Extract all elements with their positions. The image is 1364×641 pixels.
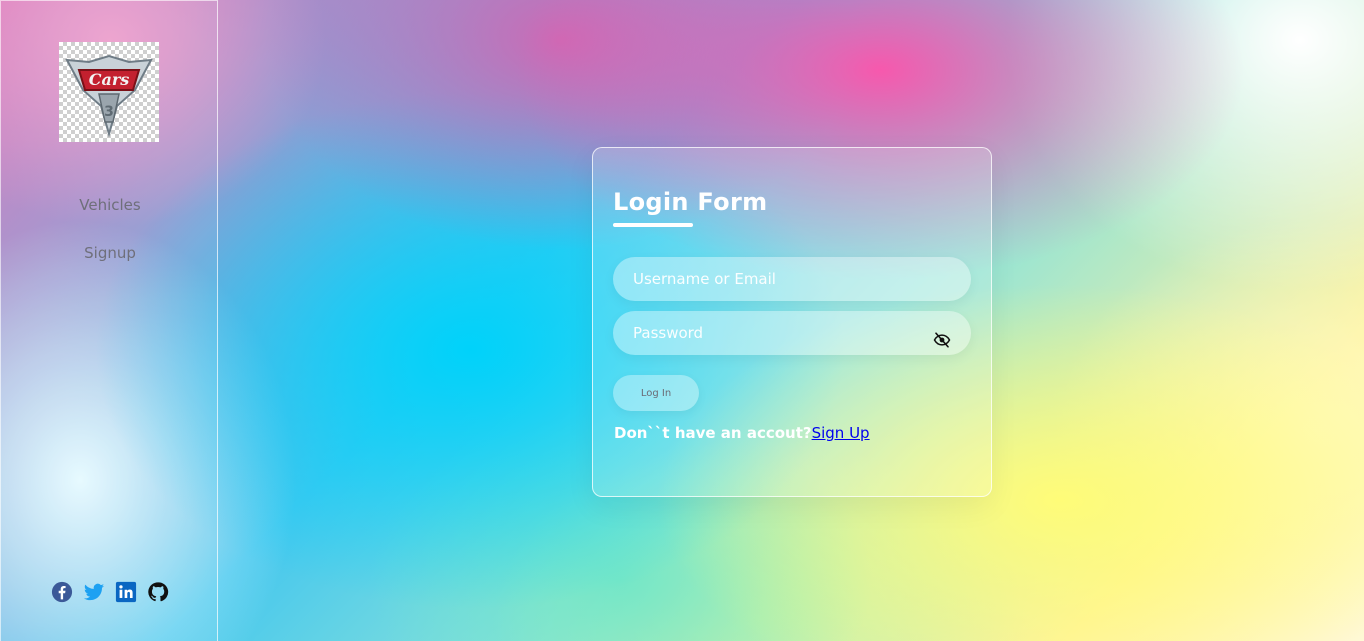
login-form: Login Form Log In Don``t have an accout?… (592, 147, 992, 497)
cars-logo-graphic: Cars 3 (65, 54, 153, 138)
signup-link[interactable]: Sign Up (812, 424, 870, 442)
form-title: Login Form (613, 188, 768, 216)
linkedin-icon[interactable] (115, 581, 137, 603)
signup-prompt-line: Don``t have an accout?Sign Up (614, 424, 870, 442)
login-button[interactable]: Log In (613, 375, 699, 411)
title-underline (613, 223, 693, 227)
password-input[interactable] (613, 311, 971, 355)
sidebar-item-vehicles[interactable]: Vehicles (1, 196, 219, 214)
signup-prompt: Don``t have an accout? (614, 424, 812, 442)
sidebar-item-signup[interactable]: Signup (1, 244, 219, 262)
logo-text: Cars (89, 70, 130, 89)
twitter-icon[interactable] (83, 581, 105, 603)
github-icon[interactable] (147, 581, 169, 603)
social-links (51, 581, 169, 603)
svg-text:3: 3 (104, 104, 114, 120)
eye-slash-icon[interactable] (933, 331, 951, 349)
cars-logo[interactable]: Cars 3 (59, 42, 159, 142)
sidebar: Cars 3 Vehicles Signup (0, 0, 218, 641)
facebook-icon[interactable] (51, 581, 73, 603)
username-input[interactable] (613, 257, 971, 301)
login-page: Cars 3 Vehicles Signup Login Form Userna… (0, 0, 1364, 641)
